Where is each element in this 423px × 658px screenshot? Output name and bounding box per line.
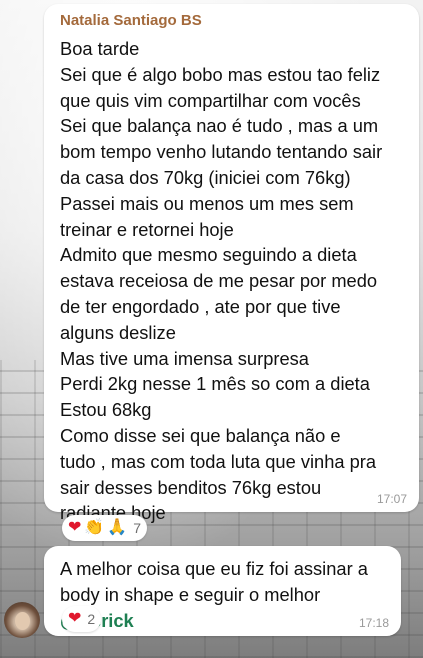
- reactions-bar[interactable]: ❤ 👏 🙏 7: [62, 515, 148, 541]
- message-line: Admito que mesmo seguindo a dieta: [60, 244, 357, 266]
- message-text: A melhor coisa que eu fiz foi assinar a …: [60, 556, 389, 633]
- message-line: A melhor coisa que eu fiz foi assinar a: [60, 558, 368, 579]
- user-mention-link[interactable]: @Herick: [60, 608, 389, 634]
- message-line: de ter engordado , ate por que tive: [60, 295, 341, 317]
- message-line: tudo , mas com toda luta que vinha pra: [60, 450, 377, 472]
- message-line: sair desses benditos 76kg estou: [60, 476, 322, 498]
- message-line: treinar e retornei hoje: [60, 218, 234, 240]
- message-line: Perdi 2kg nesse 1 mês so com a dieta: [60, 373, 370, 395]
- message-bubble[interactable]: Natalia Santiago BS Boa tarde Sei que é …: [44, 4, 419, 523]
- message-line: Estou 68kg: [60, 399, 152, 421]
- message-line: que quis vim compartilhar com vocês: [60, 89, 361, 111]
- message-line: Sei que é algo bobo mas estou tao feliz: [60, 63, 381, 85]
- message-line: bom tempo venho lutando tentando sair: [60, 141, 383, 163]
- reactions-bar[interactable]: ❤ 2: [62, 606, 102, 632]
- clapping-hands-icon: 👏: [84, 519, 105, 536]
- message-line: Sei que balança nao é tudo , mas a um: [60, 115, 379, 137]
- message-timestamp: 17:07: [376, 492, 407, 506]
- reaction-count: 7: [133, 520, 142, 536]
- message-text: Boa tarde Sei que é algo bobo mas estou …: [60, 36, 407, 526]
- message-line: Mas tive uma imensa surpresa: [60, 347, 309, 369]
- heart-icon: ❤: [68, 610, 82, 627]
- message-line: Passei mais ou menos um mes sem: [60, 192, 354, 214]
- heart-icon: ❤: [68, 519, 82, 536]
- message-line: alguns deslize: [60, 321, 176, 343]
- message-timestamp: 17:18: [358, 616, 389, 630]
- message-line: da casa dos 70kg (iniciei com 76kg): [60, 166, 351, 188]
- reaction-count: 2: [87, 611, 96, 627]
- sender-name[interactable]: Natalia Santiago BS: [60, 12, 202, 29]
- message-line: body in shape e seguir o melhor: [60, 583, 321, 605]
- praying-hands-icon: 🙏: [107, 519, 128, 536]
- sender-avatar[interactable]: [4, 602, 40, 638]
- avatar-face-shape: [15, 612, 30, 630]
- message-line: Como disse sei que balança não e: [60, 424, 341, 446]
- message-line: estava receiosa de me pesar por medo: [60, 270, 378, 292]
- message-line: Boa tarde: [60, 38, 140, 59]
